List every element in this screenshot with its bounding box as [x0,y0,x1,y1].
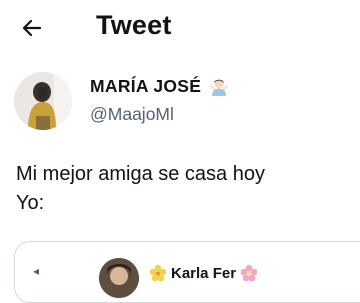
tweet-line: Yo: [16,192,45,214]
author-name-row: MARÍA JOSÉ [90,76,229,97]
author-name[interactable]: MARÍA JOSÉ [90,76,201,97]
avatar-photo [14,72,72,130]
quoted-author-name[interactable]: Karla Fer [171,265,236,282]
arrow-left-icon [22,19,42,37]
author-avatar[interactable] [14,72,72,130]
quoted-author-name-row: Karla Fer [149,264,258,282]
chevron-left-icon[interactable]: ◂ [33,264,39,278]
quoted-avatar-photo [99,258,139,298]
quoted-tweet-header: ◂ Karla Fer [15,242,360,298]
cherry-blossom-emoji-icon [240,264,258,282]
back-button[interactable] [18,14,46,42]
quoted-author-avatar[interactable] [99,258,139,298]
person-gesturing-emoji-icon [210,79,229,96]
top-bar: Tweet [0,0,360,58]
tweet-line: Mi mejor amiga se casa hoy [16,163,265,185]
blossom-emoji-icon [149,264,167,282]
author-handle[interactable]: @MaajoMl [90,104,174,125]
page-title: Tweet [96,10,172,40]
tweet-text: Mi mejor amiga se casa hoy Yo: [16,160,265,218]
quoted-tweet-card[interactable]: ◂ Karla Fer [14,241,360,303]
